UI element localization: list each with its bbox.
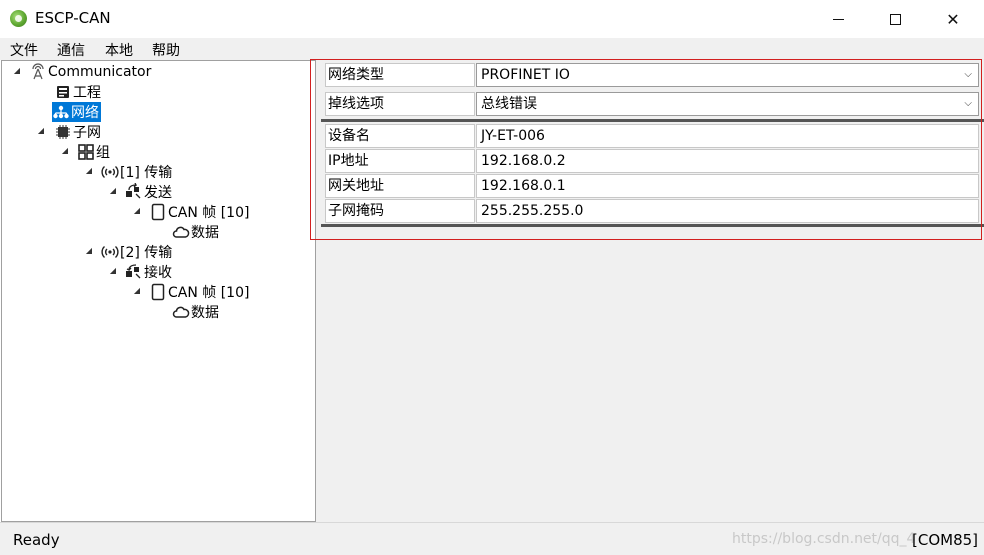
property-row-ip-address: IP地址 192.168.0.2 bbox=[321, 149, 984, 173]
property-label: 网络类型 bbox=[325, 63, 475, 87]
property-row-subnet-mask: 子网掩码 255.255.255.0 bbox=[321, 199, 984, 223]
expander-icon[interactable]: ◢ bbox=[84, 166, 94, 175]
menu-communication[interactable]: 通信 bbox=[57, 40, 85, 60]
wireless-icon bbox=[101, 163, 119, 181]
maximize-icon bbox=[889, 13, 901, 25]
property-row-network-type: 网络类型 PROFINET IO ⌵ bbox=[321, 63, 984, 87]
offline-option-select[interactable]: 总线错误 ⌵ bbox=[476, 92, 979, 116]
tree-node-receive[interactable]: 接收 bbox=[125, 262, 172, 282]
cloud-icon bbox=[172, 303, 190, 321]
frame-icon bbox=[149, 283, 167, 301]
property-row-gateway: 网关地址 192.168.0.1 bbox=[321, 174, 984, 198]
property-label: 子网掩码 bbox=[325, 199, 475, 223]
gateway-address-field[interactable]: 192.168.0.1 bbox=[476, 174, 979, 198]
close-button[interactable]: ✕ bbox=[924, 0, 982, 38]
tree-node-label: [2] 传输 bbox=[120, 245, 173, 261]
antenna-icon bbox=[29, 63, 47, 81]
menu-local[interactable]: 本地 bbox=[105, 40, 133, 60]
tree-node-label: CAN 帧 [10] bbox=[168, 285, 250, 301]
cloud-icon bbox=[172, 223, 190, 241]
property-row-offline-option: 掉线选项 总线错误 ⌵ bbox=[321, 92, 984, 116]
tree-node-can-frame-1[interactable]: CAN 帧 [10] bbox=[149, 202, 249, 222]
watermark: https://blog.csdn.net/qq_4 bbox=[732, 531, 916, 547]
project-icon bbox=[54, 83, 72, 101]
tree-node-group[interactable]: 组 bbox=[77, 142, 110, 162]
expander-icon[interactable]: ◢ bbox=[60, 146, 70, 155]
chevron-down-icon[interactable]: ⌵ bbox=[964, 64, 972, 86]
tree-node-send[interactable]: 发送 bbox=[125, 182, 172, 202]
send-icon bbox=[125, 182, 143, 201]
minimize-button[interactable] bbox=[809, 0, 867, 38]
menu-bar: 文件 通信 本地 帮助 bbox=[0, 38, 984, 60]
expander-icon[interactable]: ◢ bbox=[12, 66, 22, 75]
group-divider bbox=[321, 119, 984, 122]
receive-icon bbox=[125, 263, 143, 281]
window-title: ESCP-CAN bbox=[35, 9, 111, 27]
chip-icon bbox=[54, 123, 72, 141]
network-icon bbox=[52, 103, 70, 121]
expander-icon[interactable]: ◢ bbox=[36, 126, 46, 135]
tree-node-label: 发送 bbox=[144, 185, 172, 201]
status-text: Ready bbox=[13, 531, 60, 549]
network-type-select[interactable]: PROFINET IO ⌵ bbox=[476, 63, 979, 87]
app-logo-icon bbox=[10, 10, 27, 27]
expander-icon[interactable]: ◢ bbox=[132, 206, 142, 215]
minimize-icon bbox=[832, 18, 844, 20]
tree-node-communicator[interactable]: Communicator bbox=[29, 62, 151, 82]
tree-node-label: CAN 帧 [10] bbox=[168, 205, 250, 221]
tree-node-project[interactable]: 工程 bbox=[54, 82, 101, 102]
tree-node-label: 工程 bbox=[73, 85, 101, 101]
tree-node-label: 接收 bbox=[144, 265, 172, 281]
tree-node-label: 网络 bbox=[71, 105, 99, 121]
expander-icon[interactable]: ◢ bbox=[132, 286, 142, 295]
property-value: PROFINET IO bbox=[481, 67, 570, 83]
subnet-mask-field[interactable]: 255.255.255.0 bbox=[476, 199, 979, 223]
tree-node-data-1[interactable]: 数据 bbox=[172, 222, 219, 242]
wireless-icon bbox=[101, 243, 119, 261]
expander-icon[interactable]: ◢ bbox=[108, 266, 118, 275]
property-label: 设备名 bbox=[325, 124, 475, 148]
tree-node-transfer-2[interactable]: [2] 传输 bbox=[101, 242, 172, 262]
tree-node-label: [1] 传输 bbox=[120, 165, 173, 181]
expander-icon[interactable]: ◢ bbox=[108, 186, 118, 195]
tree-node-network[interactable]: 网络 bbox=[52, 102, 101, 122]
property-row-device-name: 设备名 JY-ET-006 bbox=[321, 124, 984, 148]
group-divider bbox=[321, 224, 984, 227]
tree-node-label: 数据 bbox=[191, 305, 219, 321]
tree-node-label: Communicator bbox=[48, 64, 152, 80]
tree-node-data-2[interactable]: 数据 bbox=[172, 302, 219, 322]
device-name-field[interactable]: JY-ET-006 bbox=[476, 124, 979, 148]
chevron-down-icon[interactable]: ⌵ bbox=[964, 93, 972, 115]
project-tree[interactable]: ◢ Communicator 工程 网络 ◢ 子网 ◢ 组 ◢ [1] 传输 ◢… bbox=[1, 60, 316, 522]
tree-node-label: 组 bbox=[96, 145, 110, 161]
property-grid: 网络类型 PROFINET IO ⌵ 掉线选项 总线错误 ⌵ 设备名 JY-ET… bbox=[321, 60, 984, 522]
title-bar: ESCP-CAN ✕ bbox=[0, 0, 984, 38]
expander-icon[interactable]: ◢ bbox=[84, 246, 94, 255]
tree-node-label: 数据 bbox=[191, 225, 219, 241]
property-label: 掉线选项 bbox=[325, 92, 475, 116]
ip-address-field[interactable]: 192.168.0.2 bbox=[476, 149, 979, 173]
tree-node-can-frame-2[interactable]: CAN 帧 [10] bbox=[149, 282, 249, 302]
status-port: [COM85] bbox=[912, 531, 979, 549]
status-bar: Ready https://blog.csdn.net/qq_4 [COM85] bbox=[0, 522, 984, 555]
property-label: IP地址 bbox=[325, 149, 475, 173]
menu-file[interactable]: 文件 bbox=[10, 40, 38, 60]
grid-icon bbox=[77, 143, 95, 161]
frame-icon bbox=[149, 203, 167, 221]
property-label: 网关地址 bbox=[325, 174, 475, 198]
tree-node-transfer-1[interactable]: [1] 传输 bbox=[101, 162, 172, 182]
maximize-button[interactable] bbox=[866, 0, 924, 38]
menu-help[interactable]: 帮助 bbox=[152, 40, 180, 60]
tree-node-label: 子网 bbox=[73, 125, 101, 141]
property-value: 总线错误 bbox=[481, 96, 537, 112]
tree-node-subnet[interactable]: 子网 bbox=[54, 122, 101, 142]
